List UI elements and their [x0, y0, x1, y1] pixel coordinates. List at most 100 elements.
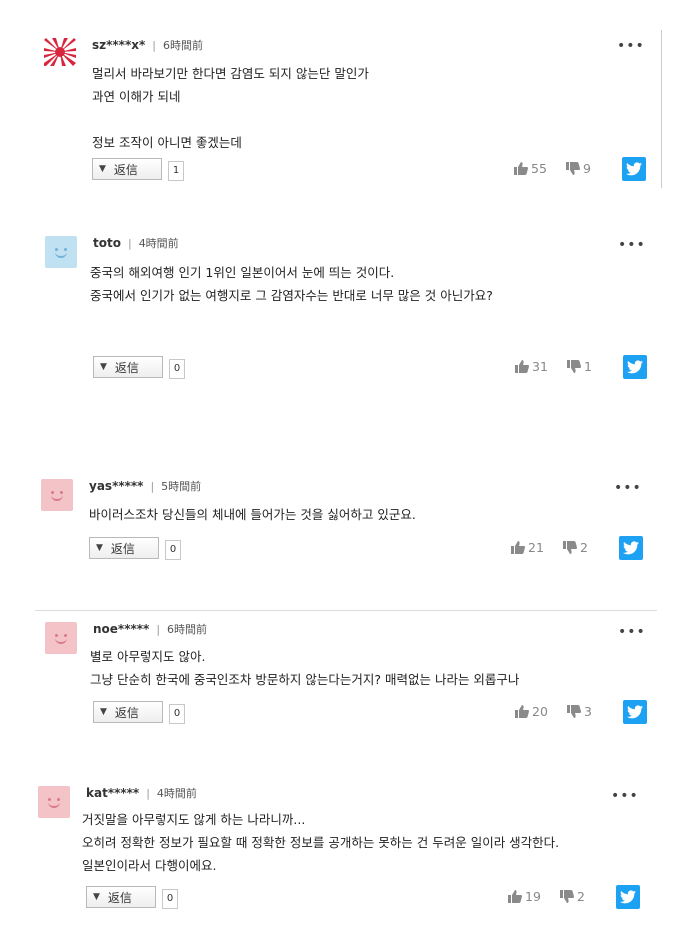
timestamp: 4時間前 [138, 237, 179, 250]
like-button[interactable]: 55 [514, 161, 547, 176]
comment-line: 그냥 단순히 한국에 중국인조차 방문하지 않는다는거지? 매력없는 나라는 외… [90, 672, 520, 687]
more-options-icon[interactable]: ••• [614, 480, 642, 496]
like-button[interactable]: 19 [508, 889, 541, 904]
twitter-share-button[interactable] [623, 355, 647, 379]
avatar [41, 479, 73, 511]
avatar [44, 38, 76, 66]
dislike-button[interactable]: 2 [560, 889, 585, 904]
comment-line: 과연 이해가 되네 [92, 89, 181, 104]
avatar [38, 786, 70, 818]
twitter-share-button[interactable] [622, 157, 646, 181]
comment-line: 중국에서 인기가 없는 여행지로 그 감염자수는 반대로 너무 많은 것 아닌가… [90, 288, 493, 303]
timestamp: 5時間前 [161, 480, 202, 493]
comment-meta: kat***** | 4時間前 [86, 786, 197, 800]
like-button[interactable]: 21 [511, 540, 544, 555]
reply-count: 0 [162, 889, 178, 909]
twitter-share-button[interactable] [616, 885, 640, 909]
reply-count: 0 [169, 359, 185, 379]
twitter-share-button[interactable] [623, 700, 647, 724]
like-count: 20 [532, 704, 548, 719]
twitter-icon [627, 360, 643, 374]
like-count: 21 [528, 540, 544, 555]
timestamp: 6時間前 [162, 39, 203, 52]
like-button[interactable]: 20 [515, 704, 548, 719]
dislike-button[interactable]: 1 [567, 359, 592, 374]
comment-line: 일본인이라서 다행이에요. [82, 858, 217, 873]
username[interactable]: noe***** [93, 622, 149, 636]
reply-label: 返信 [114, 705, 139, 720]
thumbs-down-icon [566, 162, 580, 175]
reply-label: 返信 [114, 360, 139, 375]
thumbs-up-icon [508, 890, 522, 903]
timestamp: 4時間前 [156, 787, 197, 800]
chevron-down-icon: ▼ [99, 164, 106, 174]
more-options-icon[interactable]: ••• [618, 237, 646, 253]
scroll-divider [661, 30, 662, 188]
avatar [45, 622, 77, 654]
chevron-down-icon: ▼ [96, 543, 103, 553]
reply-button[interactable]: ▼ 返信 [92, 158, 162, 180]
comment-line: 거짓말을 아무렇지도 않게 하는 나라니까... [82, 812, 306, 827]
username[interactable]: sz****x* [92, 38, 145, 52]
comment-body: 멀리서 바라보기만 한다면 감염도 되지 않는단 말인가 과연 이해가 되네 정… [92, 62, 369, 154]
reply-count: 0 [169, 704, 185, 724]
comment-body: 거짓말을 아무렇지도 않게 하는 나라니까... 오히려 정확한 정보가 필요할… [82, 808, 559, 877]
timestamp: 6時間前 [167, 623, 208, 636]
comment-meta: noe***** | 6時間前 [93, 622, 208, 636]
comment-meta: toto | 4時間前 [93, 236, 179, 250]
comment-line: 정보 조작이 아니면 좋겠는데 [92, 135, 242, 150]
rising-sun-flag-icon [44, 38, 76, 66]
twitter-icon [626, 162, 642, 176]
dislike-count: 2 [577, 889, 585, 904]
reply-button[interactable]: ▼ 返信 [86, 886, 156, 908]
comment-line: 바이러스조차 당신들의 체내에 들어가는 것을 싫어하고 있군요. [89, 507, 416, 522]
more-options-icon[interactable]: ••• [611, 788, 639, 804]
username[interactable]: kat***** [86, 786, 139, 800]
dislike-button[interactable]: 3 [567, 704, 592, 719]
thumbs-up-icon [511, 541, 525, 554]
like-count: 55 [531, 161, 547, 176]
reply-button[interactable]: ▼ 返信 [93, 701, 163, 723]
more-options-icon[interactable]: ••• [618, 624, 646, 640]
comment-line: 오히려 정확한 정보가 필요할 때 정확한 정보를 공개하는 못하는 건 두려운… [82, 835, 560, 850]
thumbs-up-icon [514, 162, 528, 175]
thumbs-up-icon [515, 360, 529, 373]
comment-body: 바이러스조차 당신들의 체내에 들어가는 것을 싫어하고 있군요. [89, 503, 416, 526]
dislike-count: 2 [580, 540, 588, 555]
comment-body: 중국의 해외여행 인기 1위인 일본이어서 눈에 띄는 것이다. 중국에서 인기… [90, 261, 493, 307]
like-count: 31 [532, 359, 548, 374]
thumbs-up-icon [515, 705, 529, 718]
dislike-count: 1 [584, 359, 592, 374]
twitter-icon [627, 705, 643, 719]
dislike-count: 3 [584, 704, 592, 719]
reply-label: 返信 [110, 541, 135, 556]
dislike-button[interactable]: 9 [566, 161, 591, 176]
reply-count: 1 [168, 161, 184, 181]
comment-line [92, 108, 369, 131]
like-button[interactable]: 31 [515, 359, 548, 374]
twitter-icon [620, 890, 636, 904]
section-divider [35, 610, 657, 611]
avatar [45, 236, 77, 268]
reply-button[interactable]: ▼ 返信 [93, 356, 163, 378]
comment-line: 멀리서 바라보기만 한다면 감염도 되지 않는단 말인가 [92, 66, 369, 81]
chevron-down-icon: ▼ [93, 892, 100, 902]
dislike-count: 9 [583, 161, 591, 176]
dislike-button[interactable]: 2 [563, 540, 588, 555]
comment-body: 별로 아무렇지도 않아. 그냥 단순히 한국에 중국인조차 방문하지 않는다는거… [90, 645, 519, 691]
reply-label: 返信 [107, 890, 132, 905]
username[interactable]: toto [93, 236, 121, 250]
thumbs-down-icon [560, 890, 574, 903]
comment-meta: sz****x* | 6時間前 [92, 38, 203, 52]
username[interactable]: yas***** [89, 479, 143, 493]
reply-label: 返信 [113, 162, 138, 177]
reply-button[interactable]: ▼ 返信 [89, 537, 159, 559]
reply-count: 0 [165, 540, 181, 560]
chevron-down-icon: ▼ [100, 362, 107, 372]
twitter-share-button[interactable] [619, 536, 643, 560]
thumbs-down-icon [567, 705, 581, 718]
like-count: 19 [525, 889, 541, 904]
chevron-down-icon: ▼ [100, 707, 107, 717]
comment-line: 별로 아무렇지도 않아. [90, 649, 206, 664]
more-options-icon[interactable]: ••• [617, 38, 645, 54]
